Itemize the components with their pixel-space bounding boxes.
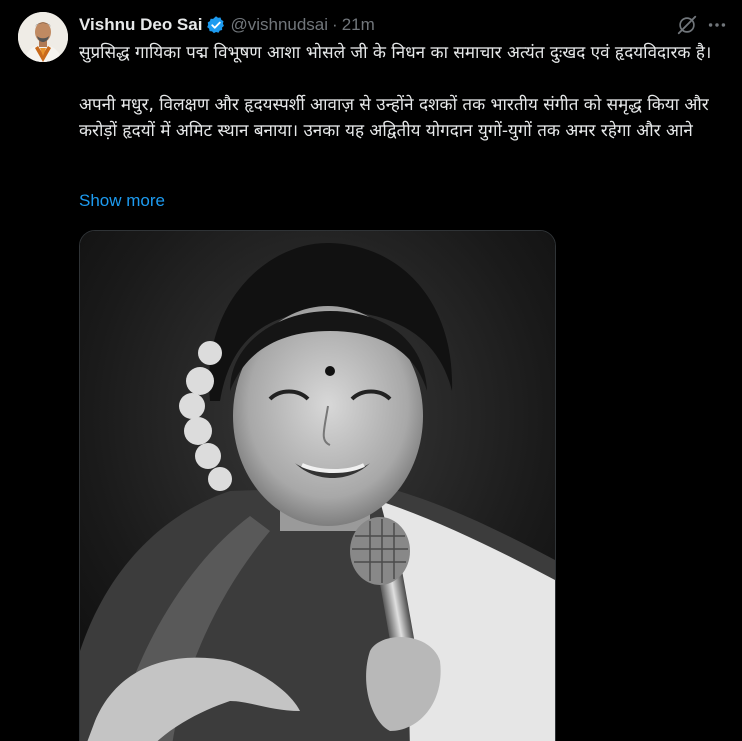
grok-icon — [677, 15, 697, 35]
grok-button[interactable] — [672, 10, 702, 40]
tweet-photo[interactable] — [79, 230, 556, 741]
author-name[interactable]: Vishnu Deo Sai — [79, 15, 202, 35]
tweet-text: सुप्रसिद्ध गायिका पद्म विभूषण आशा भोसले … — [79, 40, 729, 144]
avatar[interactable] — [18, 12, 68, 62]
avatar-image — [18, 12, 68, 62]
timestamp[interactable]: 21m — [342, 15, 375, 35]
portrait-image — [80, 231, 555, 741]
verified-badge-icon — [207, 16, 225, 34]
tweet-paragraph-1: सुप्रसिद्ध गायिका पद्म विभूषण आशा भोसले … — [79, 43, 712, 63]
more-button[interactable] — [702, 10, 732, 40]
show-more-link[interactable]: Show more — [79, 191, 165, 211]
separator-dot: · — [332, 15, 338, 34]
tweet: Vishnu Deo Sai @vishnudsai · 21m सुप्रसि… — [0, 0, 742, 741]
author-handle[interactable]: @vishnudsai — [230, 15, 328, 35]
tweet-paragraph-2: अपनी मधुर, विलक्षण और हृदयस्पर्शी आवाज़ … — [79, 95, 709, 141]
tweet-header: Vishnu Deo Sai @vishnudsai · 21m — [79, 12, 732, 38]
more-icon — [708, 23, 726, 27]
